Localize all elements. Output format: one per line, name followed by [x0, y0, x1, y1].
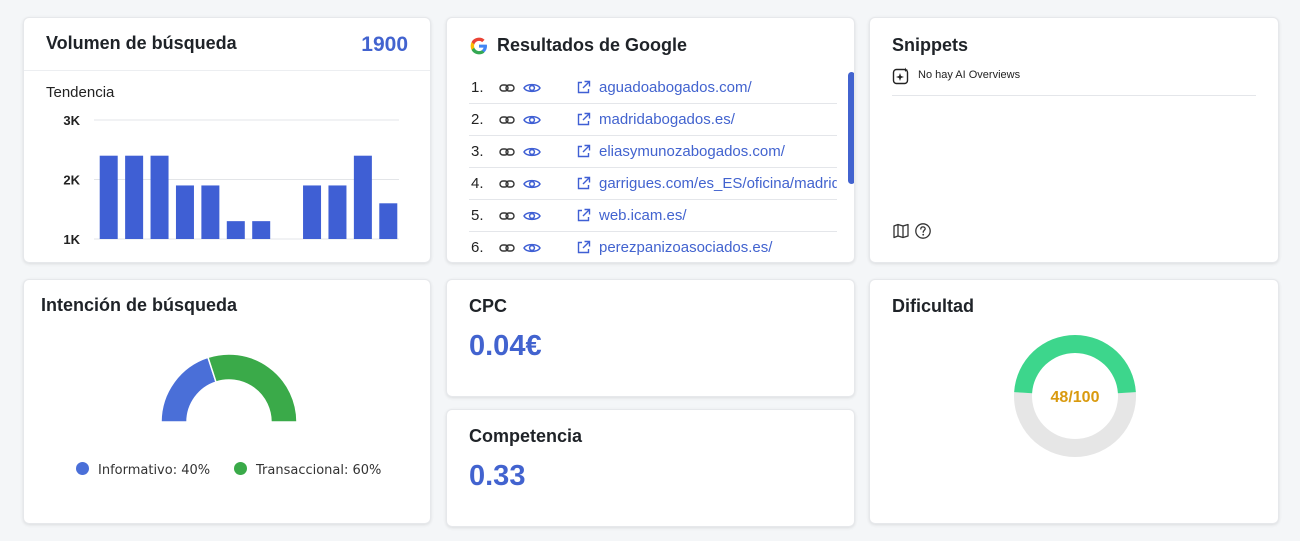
bar[interactable] [328, 185, 347, 239]
result-url[interactable]: perezpanizoasociados.es/ [599, 239, 837, 256]
ai-overview-text: No hay AI Overviews [918, 69, 1021, 81]
cpc-card: CPC 0.04€ [446, 279, 855, 397]
result-url[interactable]: aguadoabogados.com/ [599, 79, 837, 96]
y-tick-label: 2K [63, 173, 80, 188]
snippets-card: Snippets No hay AI Overviews [869, 17, 1279, 263]
competition-card: Competencia 0.33 [446, 409, 855, 527]
search-volume-title: Volumen de búsqueda [46, 33, 237, 53]
legend-label-informativo: Informativo: 40% [98, 463, 211, 478]
ai-sparkle-icon [892, 67, 909, 85]
eye-icon[interactable] [523, 208, 541, 224]
result-row[interactable]: 2. madridabogados.es/ [469, 104, 837, 136]
scrollbar[interactable] [848, 72, 854, 184]
result-rank: 1. [471, 79, 484, 96]
external-link-icon[interactable] [576, 240, 591, 255]
link-icon[interactable] [499, 209, 515, 223]
search-volume-card: Volumen de búsqueda 1900 Tendencia 3K 2K 1… [23, 17, 431, 263]
intent-slice-transaccional[interactable] [207, 353, 298, 423]
snippets-title: Snippets [892, 35, 969, 55]
competition-value: 0.33 [469, 460, 526, 492]
result-url[interactable]: eliasymunozabogados.com/ [599, 143, 837, 160]
bar[interactable] [252, 221, 271, 239]
trend-bar-chart: 3K 2K 1K [63, 113, 399, 247]
link-icon[interactable] [499, 81, 515, 95]
difficulty-label: 48/100 [1051, 389, 1100, 406]
cpc-title: CPC [469, 296, 508, 316]
intent-slice-informativo[interactable] [160, 356, 217, 423]
difficulty-card: Dificultad 48/100 [869, 279, 1279, 524]
result-row[interactable]: 1. aguadoabogados.com/ [469, 72, 837, 104]
ai-overview-status: No hay AI Overviews [892, 67, 1020, 88]
search-intent-card: Intención de búsqueda Informativo: 40% T… [23, 279, 431, 524]
legend-dot-informativo [76, 462, 89, 475]
y-tick-label: 3K [63, 113, 80, 128]
eye-icon[interactable] [523, 80, 541, 96]
cpc-value: 0.04€ [469, 330, 542, 362]
result-row[interactable]: 3. eliasymunozabogados.com/ [469, 136, 837, 168]
bar[interactable] [175, 185, 194, 239]
result-rank: 3. [471, 143, 484, 160]
result-url[interactable]: garrigues.com/es_ES/oficina/madrid [599, 175, 837, 192]
link-icon[interactable] [499, 177, 515, 191]
bar[interactable] [353, 155, 372, 239]
bar[interactable] [201, 185, 220, 239]
bar[interactable] [379, 203, 398, 239]
external-link-icon[interactable] [576, 80, 591, 95]
search-volume-value: 1900 [361, 33, 408, 56]
result-rank: 5. [471, 207, 484, 224]
result-row[interactable]: 4. garrigues.com/es_ES/oficina/madrid [469, 168, 837, 200]
intent-donut-chart [160, 353, 298, 423]
bar[interactable] [226, 221, 245, 239]
external-link-icon[interactable] [576, 208, 591, 223]
bar[interactable] [125, 155, 144, 239]
link-icon[interactable] [499, 241, 515, 255]
bar[interactable] [303, 185, 322, 239]
result-url[interactable]: web.icam.es/ [599, 207, 837, 224]
legend-dot-transaccional [234, 462, 247, 475]
result-row[interactable]: 6. perezpanizoasociados.es/ [469, 232, 837, 262]
external-link-icon[interactable] [576, 112, 591, 127]
difficulty-fill [1014, 335, 1136, 394]
result-rank: 6. [471, 239, 484, 256]
google-results-title: Resultados de Google [497, 35, 688, 55]
result-rank: 2. [471, 111, 484, 128]
google-icon [470, 37, 487, 55]
search-intent-title: Intención de búsqueda [41, 295, 238, 315]
map-icon[interactable] [892, 222, 910, 240]
result-row[interactable]: 5. web.icam.es/ [469, 200, 837, 232]
eye-icon[interactable] [523, 112, 541, 128]
result-rank: 4. [471, 175, 484, 192]
trend-label: Tendencia [46, 84, 115, 101]
google-results-card: Resultados de Google 1. aguadoabogados.co… [446, 17, 855, 263]
legend-label-transaccional: Transaccional: 60% [256, 463, 382, 478]
competition-title: Competencia [469, 426, 583, 446]
eye-icon[interactable] [523, 144, 541, 160]
result-url[interactable]: madridabogados.es/ [599, 111, 837, 128]
difficulty-gauge: 48/100 [1014, 335, 1136, 458]
y-tick-label: 1K [63, 232, 80, 247]
results-list: 1. aguadoabogados.com/2. madridabogados.es… [469, 72, 837, 262]
divider [892, 95, 1256, 96]
bar[interactable] [150, 155, 169, 239]
divider [24, 70, 430, 71]
link-icon[interactable] [499, 145, 515, 159]
eye-icon[interactable] [523, 240, 541, 256]
link-icon[interactable] [499, 113, 515, 127]
difficulty-title: Dificultad [892, 296, 975, 316]
help-icon[interactable] [914, 222, 932, 240]
external-link-icon[interactable] [576, 176, 591, 191]
bar[interactable] [99, 155, 118, 239]
eye-icon[interactable] [523, 176, 541, 192]
external-link-icon[interactable] [576, 144, 591, 159]
